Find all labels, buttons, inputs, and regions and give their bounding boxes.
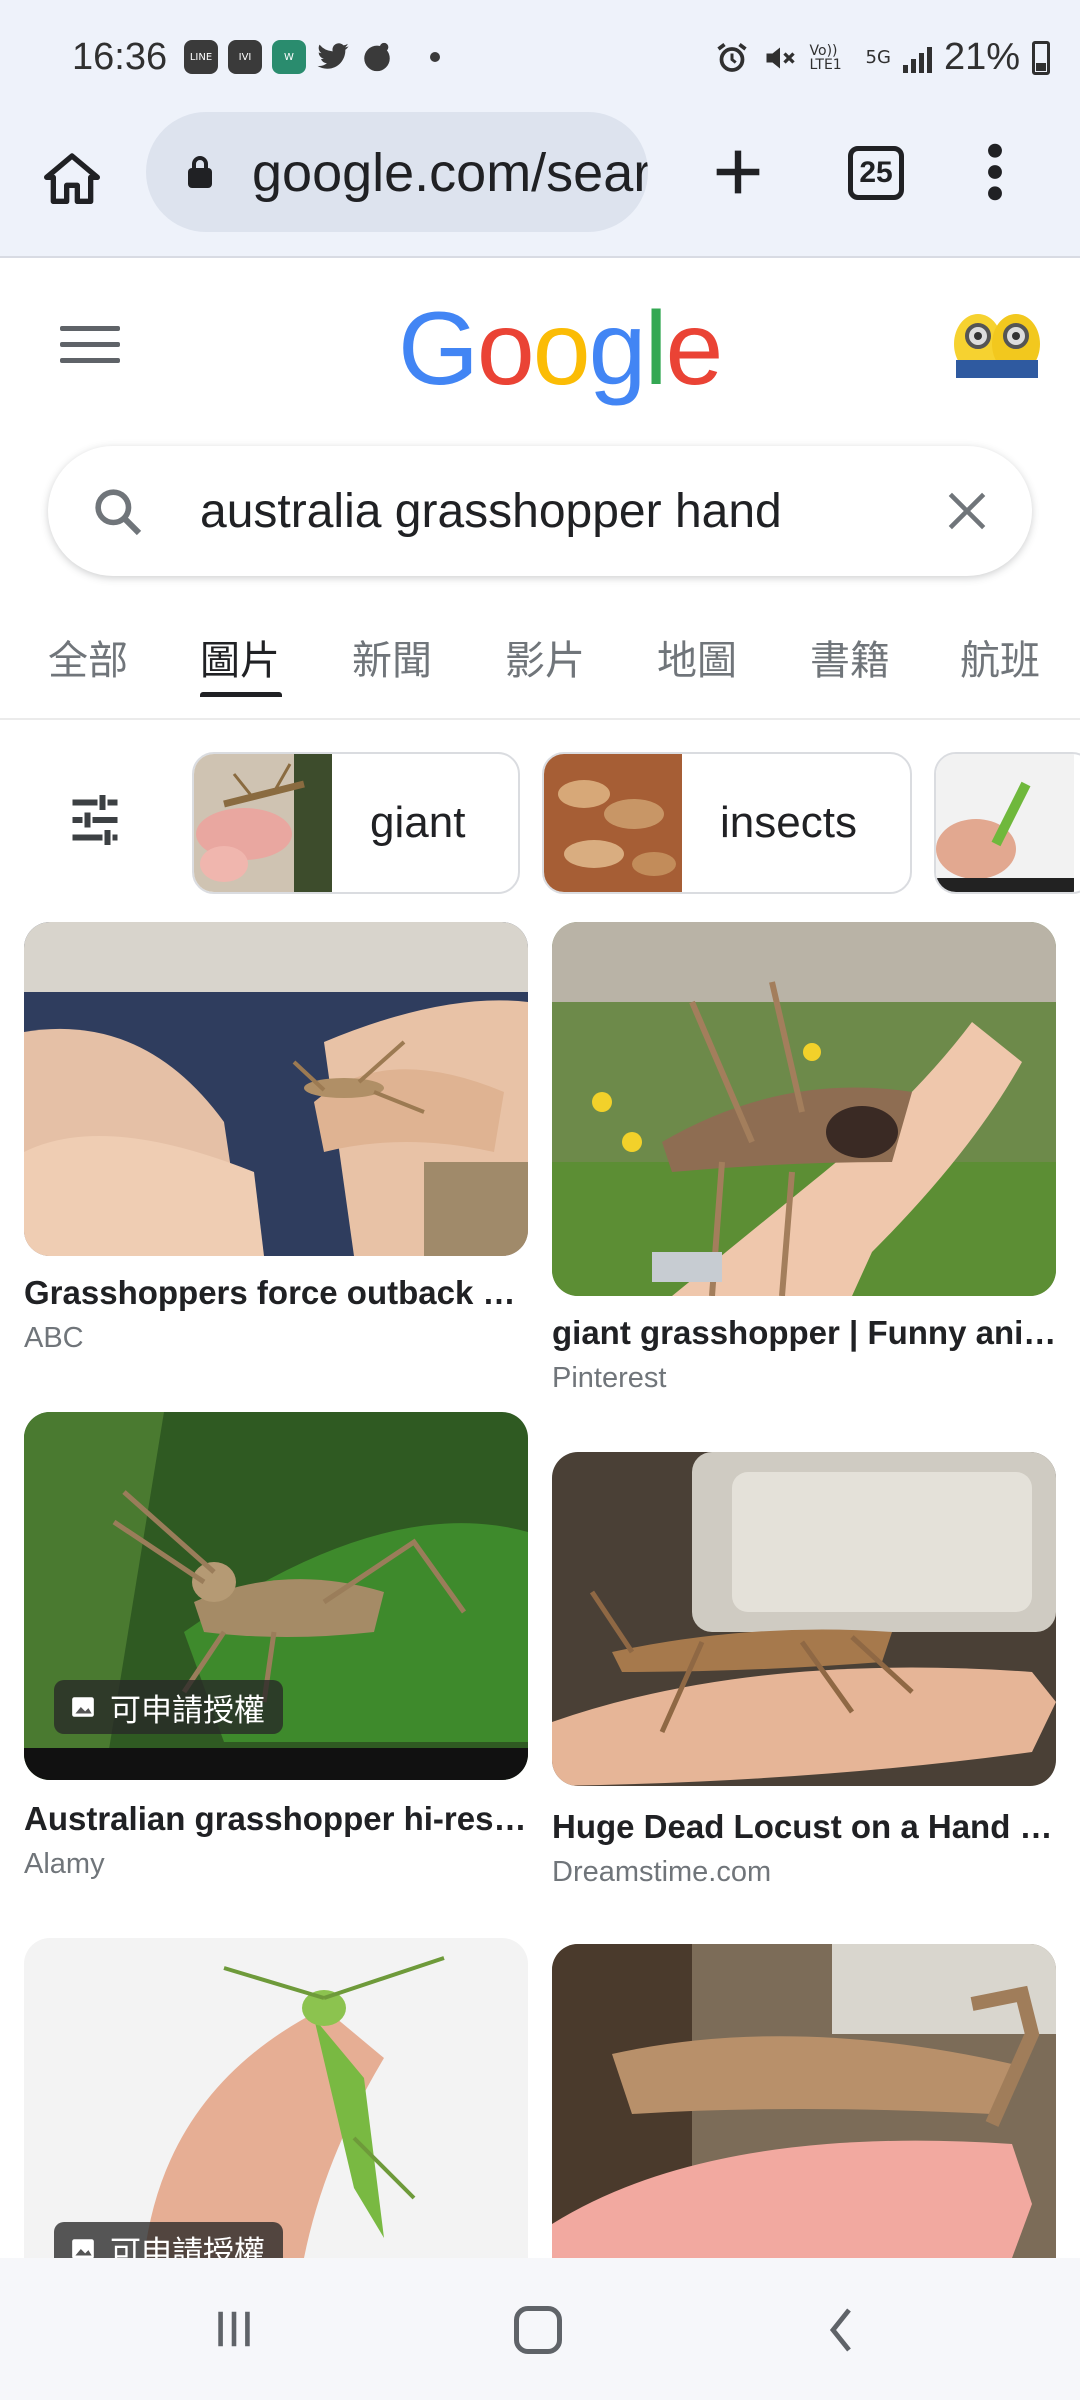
grasshopper-photo bbox=[24, 922, 528, 1256]
active-tab-indicator bbox=[200, 692, 282, 697]
chip-thumbnail bbox=[936, 754, 1074, 892]
battery-icon bbox=[1032, 40, 1050, 75]
result-source: Alamy bbox=[24, 1848, 105, 1880]
tab-books[interactable]: 書籍 bbox=[810, 628, 890, 686]
clear-icon[interactable] bbox=[942, 486, 992, 536]
main-menu-icon[interactable] bbox=[60, 326, 120, 366]
more-options-icon[interactable] bbox=[980, 140, 1010, 204]
more-notifications-dot bbox=[430, 52, 440, 62]
webtoon-icon: W bbox=[272, 40, 306, 74]
chip-giant[interactable]: giant bbox=[192, 752, 520, 894]
google-logo[interactable]: Google bbox=[398, 290, 724, 409]
search-query[interactable]: australia grasshopper hand bbox=[200, 484, 782, 539]
new-tab-icon[interactable] bbox=[706, 140, 770, 204]
chip-thumbnail bbox=[194, 754, 332, 892]
result-image[interactable] bbox=[24, 922, 528, 1256]
alarm-icon bbox=[716, 42, 747, 72]
recent-apps-icon[interactable] bbox=[210, 2306, 258, 2352]
system-navigation-bar bbox=[0, 2258, 1080, 2400]
search-box[interactable]: australia grasshopper hand bbox=[48, 446, 1032, 576]
chip-label: giant bbox=[370, 798, 466, 847]
twitter-icon bbox=[317, 43, 349, 69]
locust-photo bbox=[552, 1452, 1056, 1786]
signal-icon bbox=[902, 43, 932, 73]
tab-maps[interactable]: 地圖 bbox=[657, 628, 737, 686]
status-bar: 16:36 LINE IVI W Vo)) LTE1 5G 21% bbox=[0, 0, 1080, 120]
result-source: Pinterest bbox=[552, 1362, 667, 1394]
search-tabs: 全部 圖片 新聞 影片 地圖 書籍 航班 bbox=[0, 620, 1080, 720]
result-image[interactable] bbox=[552, 922, 1056, 1296]
mute-icon bbox=[766, 47, 795, 68]
url-text: google.com/search?q=australia bbox=[252, 143, 648, 203]
home-icon[interactable] bbox=[40, 148, 104, 212]
status-time: 16:36 bbox=[72, 36, 168, 78]
tab-videos[interactable]: 影片 bbox=[505, 628, 585, 686]
image-icon bbox=[72, 1697, 94, 1717]
result-title[interactable]: Huge Dead Locust on a Hand … bbox=[552, 1808, 1053, 1846]
logo-letter: e bbox=[665, 291, 724, 407]
tab-news[interactable]: 新聞 bbox=[352, 628, 432, 686]
chip-more[interactable] bbox=[934, 752, 1080, 894]
chip-label: insects bbox=[720, 798, 857, 847]
chip-thumbnail bbox=[544, 754, 682, 892]
grasshopper-photo bbox=[24, 1938, 528, 2258]
result-image[interactable] bbox=[552, 1944, 1056, 2258]
line-icon: LINE bbox=[184, 40, 218, 74]
license-badge: 可申請授權 bbox=[54, 2222, 283, 2258]
network-label: 5G bbox=[865, 46, 891, 68]
result-title[interactable]: giant grasshopper | Funny ani… bbox=[552, 1314, 1056, 1352]
logo-letter: G bbox=[398, 291, 479, 407]
license-label: 可申請授權 bbox=[110, 1692, 265, 1728]
tab-flights[interactable]: 航班 bbox=[960, 628, 1040, 686]
grasshopper-photo bbox=[552, 1944, 1056, 2258]
msg-app-icon: IVI bbox=[228, 40, 262, 74]
home-nav-icon[interactable] bbox=[514, 2306, 562, 2354]
logo-letter: o bbox=[476, 291, 535, 407]
result-title[interactable]: Grasshoppers force outback … bbox=[24, 1274, 515, 1312]
lock-icon bbox=[188, 156, 212, 188]
license-badge: 可申請授權 bbox=[54, 1680, 283, 1734]
image-icon bbox=[72, 2239, 94, 2258]
tab-all[interactable]: 全部 bbox=[48, 628, 128, 686]
tune-icon[interactable] bbox=[64, 790, 126, 850]
address-bar[interactable]: google.com/search?q=australia bbox=[146, 112, 648, 232]
grasshopper-photo bbox=[552, 922, 1056, 1296]
logo-letter: o bbox=[532, 291, 591, 407]
account-avatar[interactable] bbox=[946, 300, 1046, 380]
app-icon bbox=[364, 42, 390, 72]
result-image[interactable] bbox=[552, 1452, 1056, 1786]
tab-images[interactable]: 圖片 bbox=[200, 628, 280, 686]
logo-letter: l bbox=[644, 291, 667, 407]
result-source: Dreamstime.com bbox=[552, 1856, 772, 1888]
logo-letter: g bbox=[588, 291, 647, 407]
notification-icons: LINE IVI W bbox=[184, 40, 440, 74]
chip-insects[interactable]: insects bbox=[542, 752, 912, 894]
back-icon[interactable] bbox=[826, 2306, 856, 2354]
result-image[interactable]: 可申請授權 bbox=[24, 1938, 528, 2258]
tab-switcher-button[interactable]: 25 bbox=[848, 146, 904, 200]
search-icon[interactable] bbox=[90, 484, 146, 540]
result-source: ABC bbox=[24, 1322, 84, 1354]
license-label: 可申請授權 bbox=[110, 2234, 265, 2259]
volte-label: Vo)) LTE1 bbox=[809, 42, 842, 73]
system-status: Vo)) LTE1 5G 21% bbox=[714, 36, 1050, 79]
result-title[interactable]: Australian grasshopper hi-res… bbox=[24, 1800, 526, 1838]
result-image[interactable]: 可申請授權 bbox=[24, 1412, 528, 1780]
battery-percent: 21% bbox=[943, 36, 1020, 78]
